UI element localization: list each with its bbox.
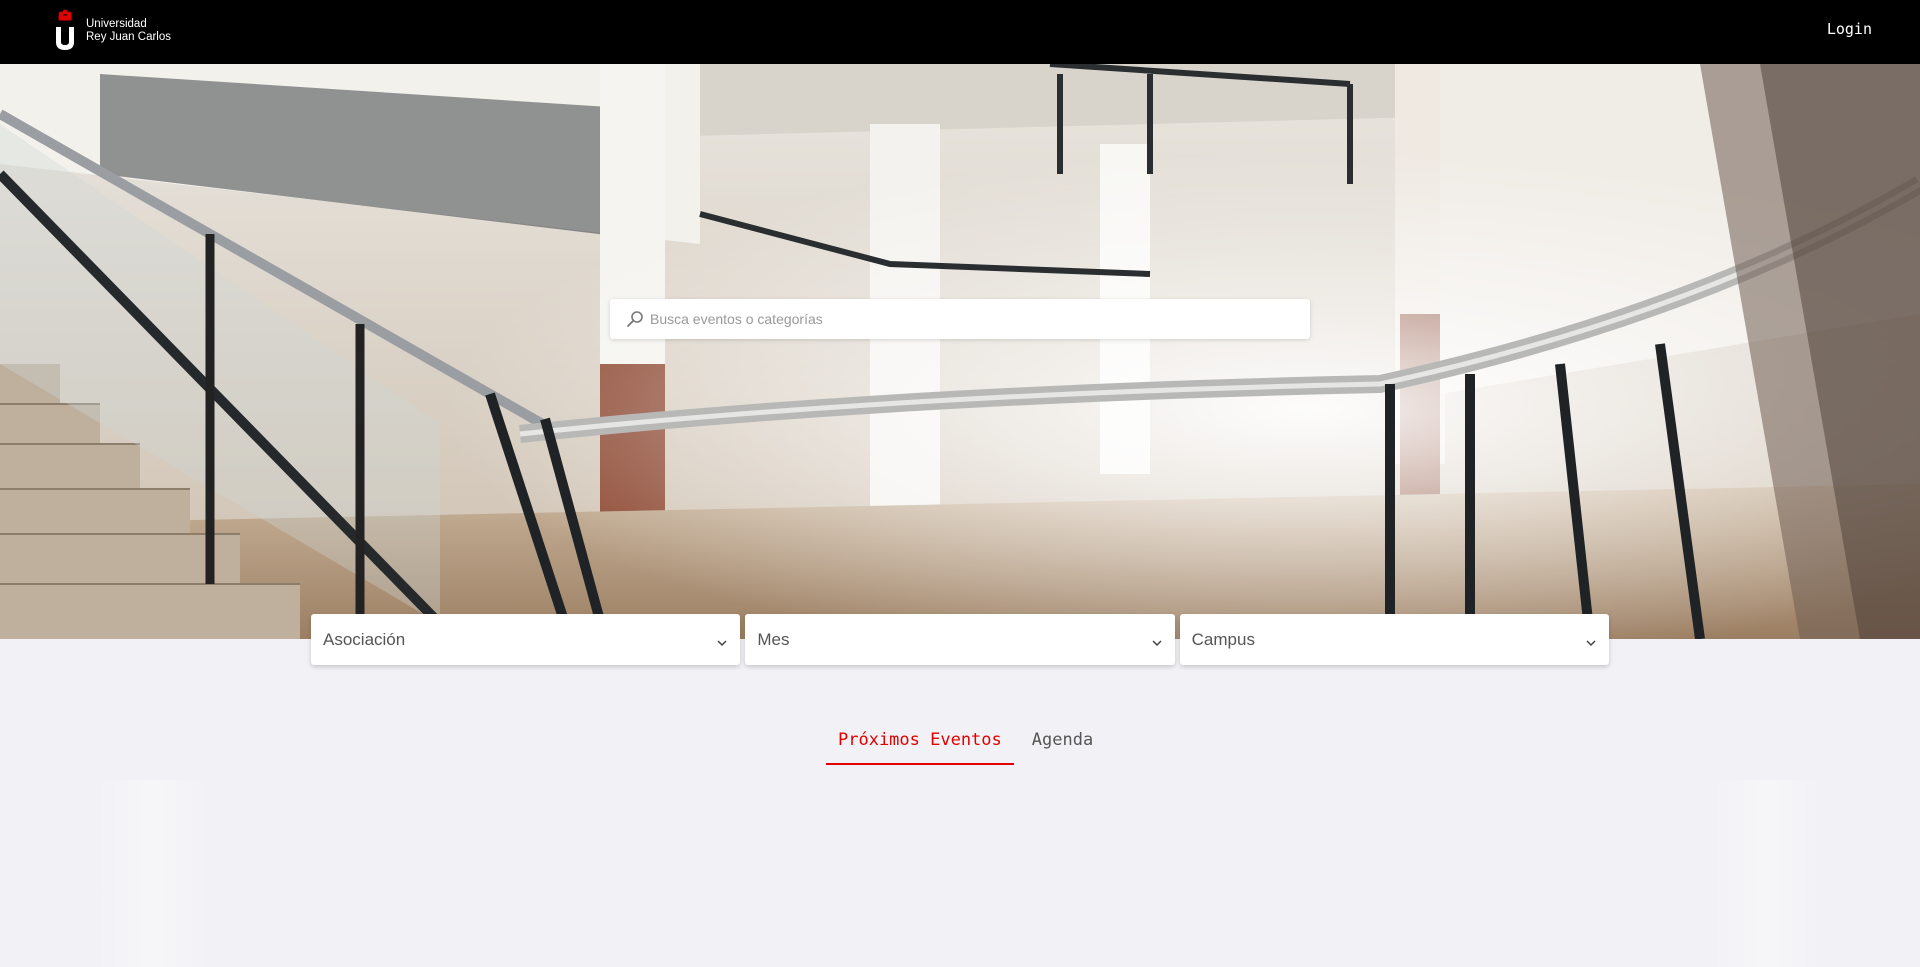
- search-icon: [626, 310, 644, 328]
- mes-dropdown-label: Mes: [757, 629, 790, 649]
- search-input[interactable]: [650, 311, 1290, 327]
- chevron-down-icon: [716, 634, 728, 646]
- tab-proximos-eventos[interactable]: Próximos Eventos: [826, 720, 1014, 765]
- urjc-logo-text: Universidad Rey Juan Carlos: [86, 18, 171, 44]
- top-navbar: Universidad Rey Juan Carlos Login: [0, 0, 1920, 64]
- search-bar[interactable]: [610, 299, 1310, 339]
- urjc-logo-mark-icon: [52, 9, 78, 53]
- loading-placeholder: [95, 780, 210, 967]
- event-tabs: Próximos Eventos Agenda: [826, 720, 1105, 765]
- events-content-area: [0, 780, 1920, 967]
- logo-line-1: Universidad: [86, 18, 147, 30]
- tab-agenda[interactable]: Agenda: [1020, 720, 1105, 765]
- loading-placeholder: [1710, 780, 1825, 967]
- hero-banner-image: [0, 64, 1920, 639]
- filter-bar: Asociación Mes Campus: [311, 614, 1609, 665]
- mes-dropdown[interactable]: Mes: [745, 614, 1175, 665]
- logo-line-2: Rey Juan Carlos: [86, 31, 172, 43]
- chevron-down-icon: [1151, 634, 1163, 646]
- login-link[interactable]: Login: [1827, 20, 1872, 38]
- chevron-down-icon: [1585, 634, 1597, 646]
- asociacion-dropdown[interactable]: Asociación: [311, 614, 741, 665]
- campus-dropdown[interactable]: Campus: [1179, 614, 1609, 665]
- asociacion-dropdown-label: Asociación: [323, 629, 406, 649]
- urjc-logo[interactable]: Universidad Rey Juan Carlos: [52, 8, 171, 54]
- campus-dropdown-label: Campus: [1191, 629, 1255, 649]
